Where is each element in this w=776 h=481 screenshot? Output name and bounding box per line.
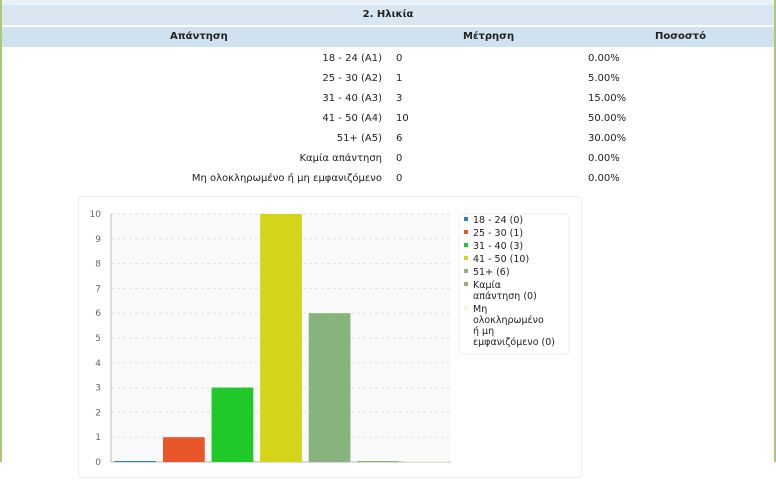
row-label: 25 - 30 (A2) bbox=[322, 73, 382, 84]
row-percent: 0.00% bbox=[588, 173, 620, 184]
legend-label: Καμία bbox=[473, 280, 501, 291]
row-percent: 0.00% bbox=[588, 53, 620, 64]
table-row: 25 - 30 (A2) 1 5.00% bbox=[2, 69, 774, 89]
row-label: 51+ (A5) bbox=[336, 133, 382, 144]
row-percent: 30.00% bbox=[588, 133, 627, 144]
row-percent: 15.00% bbox=[588, 93, 627, 104]
y-tick-label: 3 bbox=[95, 384, 101, 394]
header-count: Μέτρηση bbox=[463, 31, 515, 42]
table-row: 51+ (A5) 6 30.00% bbox=[2, 129, 774, 149]
question-title: 2. Ηλικία bbox=[2, 5, 774, 26]
chart-container: 0 1 2 3 4 5 6 7 8 9 10 18 - 24 (0) 25 - 30 (1) 31 - 4… bbox=[78, 196, 582, 478]
table-row: Μη ολοκληρωμένο ή μη εμφανιζόμενο 0 0.00… bbox=[2, 169, 774, 189]
row-label: Μη ολοκληρωμένο ή μη εμφανιζόμενο bbox=[191, 173, 382, 184]
table-row: 31 - 40 (A3) 3 15.00% bbox=[2, 89, 774, 109]
legend-label: ολοκληρωμένο bbox=[473, 315, 544, 326]
legend-swatch bbox=[464, 217, 468, 221]
table-row: 18 - 24 (A1) 0 0.00% bbox=[2, 49, 774, 69]
table-row: Καμία απάντηση 0 0.00% bbox=[2, 149, 774, 169]
bar bbox=[162, 437, 205, 462]
legend-label: ή μη bbox=[473, 326, 494, 337]
row-count: 3 bbox=[396, 93, 403, 104]
legend-label: 25 - 30 (1) bbox=[473, 228, 523, 239]
legend-swatch bbox=[464, 306, 468, 310]
legend-label: 31 - 40 (3) bbox=[473, 241, 523, 252]
row-count: 0 bbox=[396, 153, 403, 164]
legend-swatch bbox=[464, 269, 468, 273]
y-tick-label: 10 bbox=[90, 210, 102, 220]
header-answer: Απάντηση bbox=[170, 31, 228, 42]
row-label: 18 - 24 (A1) bbox=[322, 53, 382, 64]
table-header: Απάντηση Μέτρηση Ποσοστό bbox=[2, 27, 774, 47]
row-percent: 50.00% bbox=[588, 113, 627, 124]
legend-label: απάντηση (0) bbox=[473, 291, 537, 302]
row-count: 10 bbox=[396, 113, 409, 124]
legend-label: 18 - 24 (0) bbox=[473, 215, 523, 226]
legend-label: εμφανιζόμενο (0) bbox=[473, 337, 555, 348]
bar bbox=[211, 387, 254, 462]
legend-swatch bbox=[464, 256, 468, 260]
bar bbox=[260, 214, 302, 462]
row-percent: 0.00% bbox=[588, 153, 620, 164]
legend-label: 41 - 50 (10) bbox=[473, 254, 529, 265]
y-tick-label: 9 bbox=[95, 235, 101, 245]
y-tick-label: 8 bbox=[95, 260, 101, 270]
row-label: Καμία απάντηση bbox=[299, 153, 383, 164]
legend-swatch bbox=[464, 243, 468, 247]
legend-swatch bbox=[464, 282, 468, 286]
y-tick-label: 7 bbox=[95, 284, 101, 294]
bar bbox=[308, 313, 351, 462]
y-tick-label: 5 bbox=[95, 334, 101, 344]
legend-label: Μη bbox=[473, 304, 487, 315]
y-tick-label: 2 bbox=[95, 408, 101, 418]
y-tick-label: 0 bbox=[95, 458, 101, 468]
row-label: 41 - 50 (A4) bbox=[322, 113, 382, 124]
bar-chart: 0 1 2 3 4 5 6 7 8 9 10 18 - 24 (0) 25 - 30 (1) 31 - 4… bbox=[90, 210, 570, 468]
y-tick-label: 6 bbox=[95, 309, 101, 319]
row-label: 31 - 40 (A3) bbox=[322, 93, 382, 104]
row-count: 0 bbox=[396, 173, 403, 184]
row-count: 0 bbox=[396, 53, 403, 64]
row-count: 1 bbox=[396, 73, 403, 84]
header-percent: Ποσοστό bbox=[655, 31, 706, 42]
legend-swatch bbox=[464, 230, 468, 234]
row-percent: 5.00% bbox=[588, 73, 620, 84]
y-tick-label: 4 bbox=[95, 359, 101, 369]
table-row: 41 - 50 (A4) 10 50.00% bbox=[2, 109, 774, 129]
y-tick-label: 1 bbox=[95, 433, 101, 443]
legend-label: 51+ (6) bbox=[473, 267, 510, 278]
row-count: 6 bbox=[396, 133, 403, 144]
